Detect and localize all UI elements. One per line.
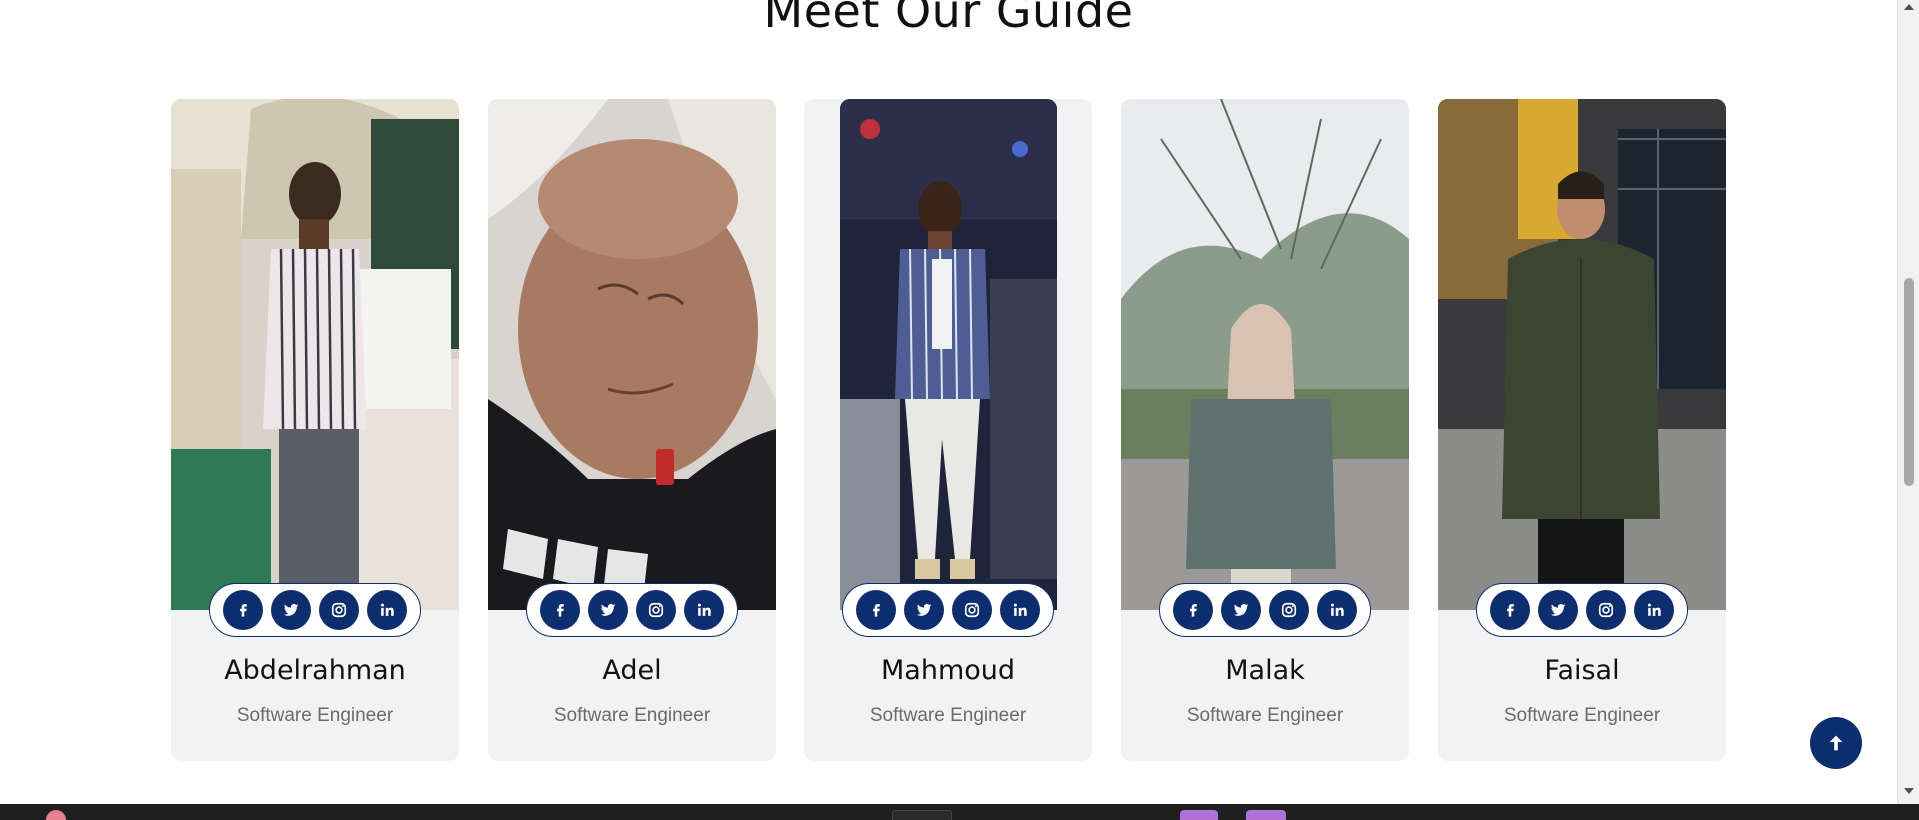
team-grid: Abdelrahman Software Engineer Adel Softw… xyxy=(171,99,1727,761)
taskbar-app-icon[interactable] xyxy=(46,810,66,820)
facebook-icon[interactable] xyxy=(1173,590,1213,630)
team-card: Malak Software Engineer xyxy=(1121,99,1409,761)
instagram-icon[interactable] xyxy=(319,590,359,630)
social-links xyxy=(209,583,421,637)
facebook-icon[interactable] xyxy=(540,590,580,630)
member-role: Software Engineer xyxy=(1186,705,1344,726)
taskbar xyxy=(0,804,1919,820)
member-role: Software Engineer xyxy=(236,705,394,726)
facebook-icon[interactable] xyxy=(223,590,263,630)
member-role: Software Engineer xyxy=(869,705,1027,726)
arrow-up-icon xyxy=(1829,735,1843,751)
taskbar-app-icon[interactable] xyxy=(892,810,952,820)
page-scrollbar[interactable] xyxy=(1897,0,1919,804)
member-name: Abdelrahman xyxy=(224,655,406,686)
twitter-icon[interactable] xyxy=(1221,590,1261,630)
member-name: Faisal xyxy=(1544,655,1620,686)
team-card: Abdelrahman Software Engineer xyxy=(171,99,459,761)
member-photo xyxy=(1121,99,1409,610)
facebook-icon[interactable] xyxy=(856,590,896,630)
twitter-icon[interactable] xyxy=(904,590,944,630)
linkedin-icon[interactable] xyxy=(1000,590,1040,630)
member-name: Malak xyxy=(1225,655,1305,686)
member-photo xyxy=(1438,99,1726,610)
taskbar-app-icon[interactable] xyxy=(1180,810,1218,820)
twitter-icon[interactable] xyxy=(1538,590,1578,630)
section-title: Meet Our Guide xyxy=(763,0,1134,38)
linkedin-icon[interactable] xyxy=(684,590,724,630)
scroll-up-arrow-icon[interactable] xyxy=(1904,4,1914,10)
member-role: Software Engineer xyxy=(553,705,711,726)
twitter-icon[interactable] xyxy=(271,590,311,630)
team-card: Mahmoud Software Engineer xyxy=(804,99,1092,761)
member-role: Software Engineer xyxy=(1503,705,1661,726)
member-name: Adel xyxy=(602,655,662,686)
member-photo xyxy=(171,99,459,610)
member-photo xyxy=(488,99,776,610)
member-photo xyxy=(840,99,1057,610)
social-links xyxy=(526,583,738,637)
scroll-to-top-button[interactable] xyxy=(1810,717,1862,769)
twitter-icon[interactable] xyxy=(588,590,628,630)
instagram-icon[interactable] xyxy=(636,590,676,630)
linkedin-icon[interactable] xyxy=(1317,590,1357,630)
taskbar-app-icon[interactable] xyxy=(1246,810,1286,820)
facebook-icon[interactable] xyxy=(1490,590,1530,630)
social-links xyxy=(1159,583,1371,637)
member-name: Mahmoud xyxy=(880,655,1016,686)
scrollbar-thumb[interactable] xyxy=(1904,278,1914,486)
team-card: Faisal Software Engineer xyxy=(1438,99,1726,761)
linkedin-icon[interactable] xyxy=(367,590,407,630)
instagram-icon[interactable] xyxy=(1586,590,1626,630)
scroll-down-arrow-icon[interactable] xyxy=(1904,788,1914,794)
page: Meet Our Guide Abdelrahman Software Engi… xyxy=(0,0,1919,820)
linkedin-icon[interactable] xyxy=(1634,590,1674,630)
instagram-icon[interactable] xyxy=(952,590,992,630)
social-links xyxy=(1476,583,1688,637)
team-card: Adel Software Engineer xyxy=(488,99,776,761)
social-links xyxy=(842,583,1054,637)
instagram-icon[interactable] xyxy=(1269,590,1309,630)
